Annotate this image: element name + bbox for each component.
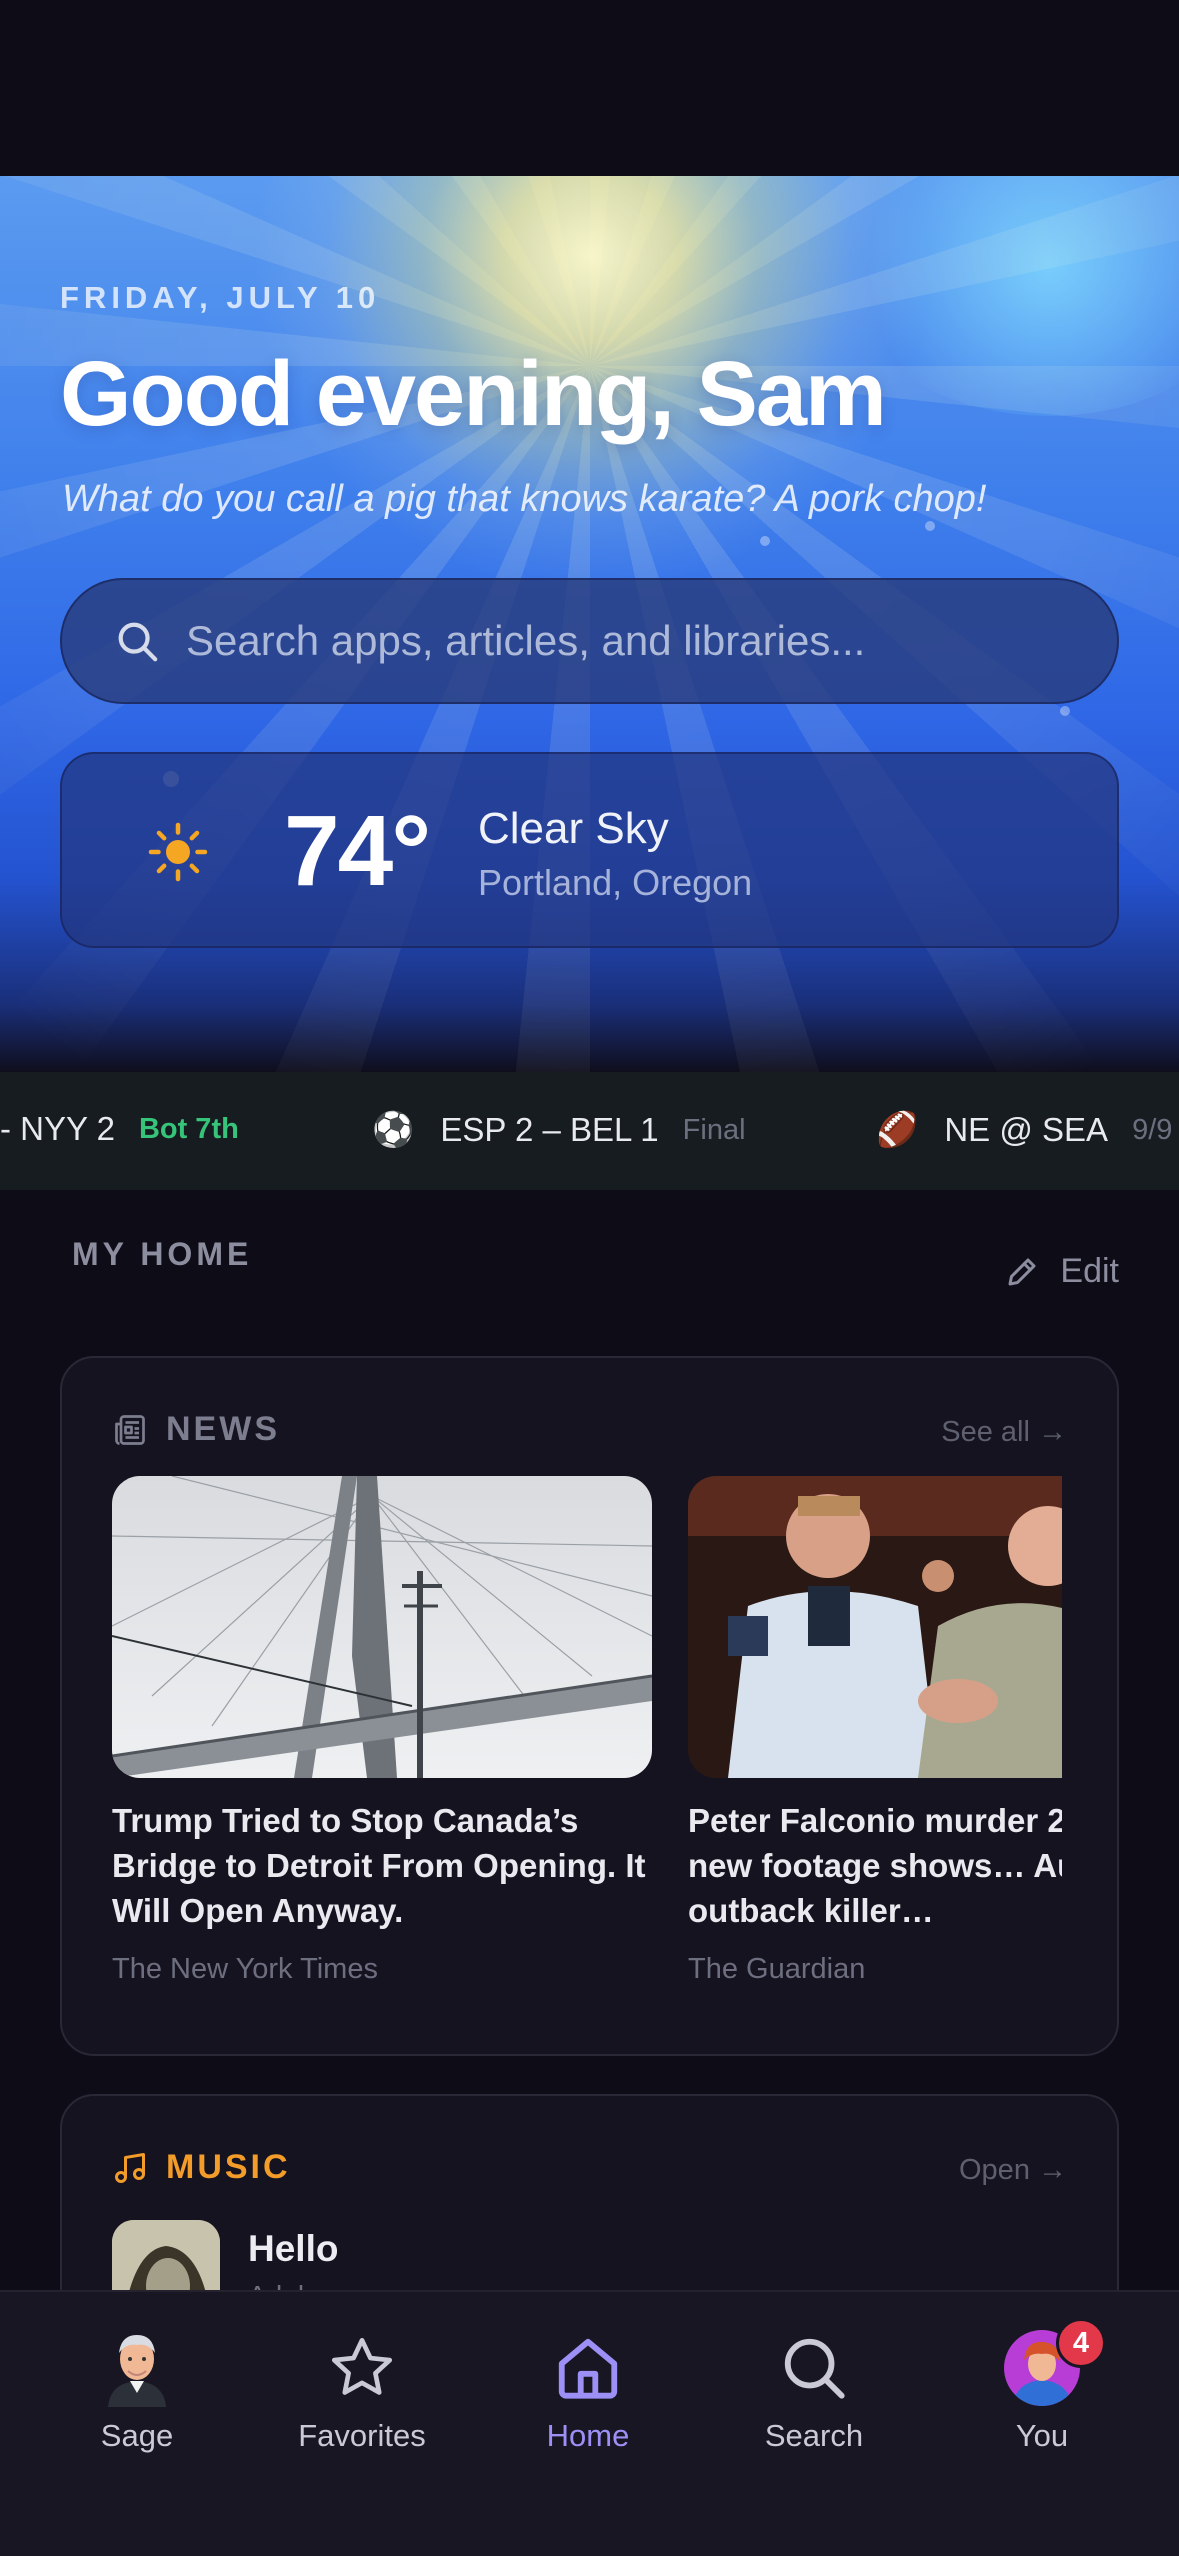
greeting-title: Good evening, Sam (60, 343, 887, 445)
ticker-status: Bot 7th (138, 1112, 239, 1145)
ticker-score: NE @ SEA (944, 1111, 1109, 1148)
news-article[interactable]: Trump Tried to Stop Canada’s Bridge to D… (112, 1476, 652, 1986)
article-title: Trump Tried to Stop Canada’s Bridge to D… (112, 1802, 646, 1929)
news-card: NEWS See all → Trump Tried to Stop Canad… (60, 1356, 1119, 2056)
nav-item-you[interactable]: 4 You (952, 2318, 1132, 2454)
ticker-score: - NYY 2 (0, 1110, 115, 1147)
weather-location: Portland, Oregon (478, 862, 753, 903)
sparkle (1060, 706, 1070, 716)
nav-item-search[interactable]: Search (724, 2328, 904, 2454)
bottom-nav: Sage Favorites Home Search 4 You (0, 2290, 1179, 2556)
news-label: NEWS (166, 1410, 280, 1448)
nav-item-sage[interactable]: Sage (47, 2328, 227, 2454)
ticker-item[interactable]: - NYY 2 Bot 7th (0, 1110, 239, 1148)
article-image (688, 1476, 1062, 1778)
nav-label: Home (546, 2418, 630, 2453)
edit-button[interactable]: Edit (1004, 1252, 1119, 1291)
weather-card[interactable]: 74° Clear Sky Portland, Oregon (60, 752, 1119, 948)
sparkle (760, 536, 770, 546)
star-icon (331, 2337, 393, 2395)
nav-label: Sage (100, 2418, 174, 2453)
music-header: MUSIC (112, 2148, 291, 2187)
home-icon (558, 2338, 618, 2399)
ticker-status: Final (682, 1113, 746, 1146)
article-title: Peter Falconio murder 2… on: new footage… (688, 1802, 1062, 1929)
pencil-icon (1008, 1258, 1036, 1285)
search-bar[interactable] (60, 578, 1119, 704)
music-label: MUSIC (166, 2148, 291, 2186)
nav-item-favorites[interactable]: Favorites (272, 2328, 452, 2454)
news-header: NEWS (112, 1410, 280, 1449)
newspaper-icon (115, 1414, 145, 1445)
weather-temperature: 74° (284, 795, 431, 907)
see-all-link[interactable]: See all → (941, 1416, 1067, 1449)
news-carousel[interactable]: Trump Tried to Stop Canada’s Bridge to D… (62, 1476, 1062, 2036)
nav-label: You (1015, 2418, 1069, 2453)
news-article[interactable]: Peter Falconio murder 2… on: new footage… (688, 1476, 1062, 1986)
open-music-link[interactable]: Open → (959, 2154, 1067, 2187)
article-source: The New York Times (112, 1953, 378, 1985)
soccer-ball-icon: ⚽ (372, 1111, 415, 1149)
ticker-item[interactable]: 🏈 NE @ SEA 9/9 (876, 1110, 1172, 1150)
article-source: The Guardian (688, 1953, 866, 1985)
sparkle (925, 521, 935, 531)
search-icon (784, 2338, 845, 2399)
sage-avatar-icon (108, 2335, 166, 2407)
daily-joke: What do you call a pig that knows karate… (62, 478, 987, 520)
edit-label: Edit (1060, 1252, 1119, 1290)
nav-item-home[interactable]: Home (498, 2328, 678, 2454)
sun-icon (148, 822, 208, 882)
nav-label: Favorites (298, 2418, 426, 2453)
search-icon (118, 622, 158, 662)
ticker-score: ESP 2 – BEL 1 (440, 1111, 659, 1148)
weather-condition: Clear Sky (478, 804, 669, 853)
nav-label: Search (764, 2418, 864, 2453)
music-note-icon (115, 2152, 145, 2183)
scores-ticker[interactable]: - NYY 2 Bot 7th ⚽ ESP 2 – BEL 1 Final 🏈 … (0, 1072, 1179, 1190)
date-label: FRIDAY, JULY 10 (60, 280, 381, 315)
my-home-title: MY HOME (72, 1236, 253, 1272)
notification-badge: 4 (1056, 2318, 1106, 2368)
ticker-status: 9/9 (1132, 1113, 1173, 1146)
article-image (112, 1476, 652, 1778)
ticker-item[interactable]: ⚽ ESP 2 – BEL 1 Final (372, 1110, 746, 1150)
track-title: Hello (248, 2228, 339, 2269)
search-input[interactable] (186, 617, 1086, 665)
football-icon: 🏈 (876, 1111, 919, 1149)
